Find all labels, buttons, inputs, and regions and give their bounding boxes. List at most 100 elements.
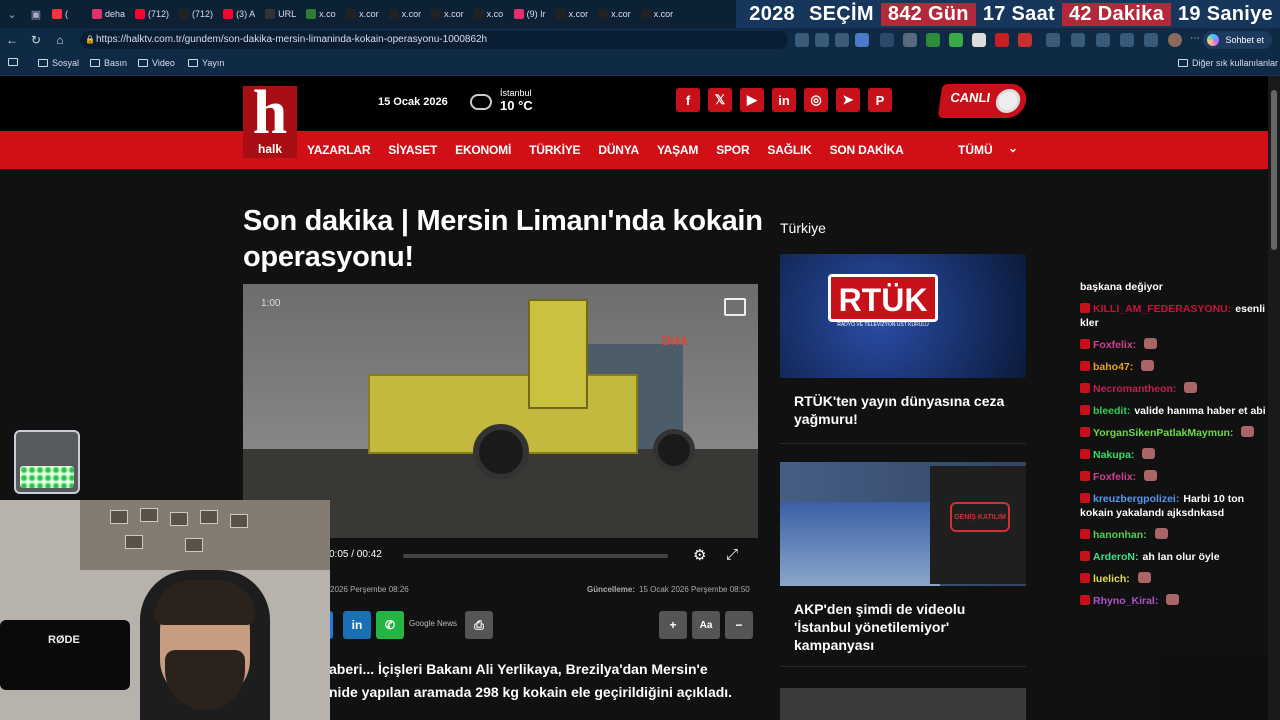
youtube-icon[interactable]: ▶ <box>740 88 764 112</box>
nav-item[interactable]: SAĞLIK <box>767 143 811 157</box>
browser-tab[interactable]: x.co <box>470 3 508 25</box>
chat-username[interactable]: KILLI_AM_FEDERASYONU: <box>1093 303 1231 315</box>
browser-tab[interactable]: x.co <box>302 3 340 25</box>
instagram-icon[interactable]: ◎ <box>804 88 828 112</box>
browser-tab[interactable]: x.cor <box>594 3 635 25</box>
bookmarks-bar: Sosyal Basın Video Yayın Diğer sık kulla… <box>0 52 1280 76</box>
chat-username[interactable]: kreuzbergpolizei: <box>1093 493 1179 505</box>
chat-username[interactable]: Necromantheon: <box>1093 383 1176 395</box>
extension-icon[interactable] <box>995 33 1009 47</box>
nav-item[interactable]: DÜNYA <box>598 143 639 157</box>
chat-username[interactable]: ArderoN: <box>1093 551 1139 563</box>
google-news-link[interactable]: Google News <box>409 619 457 628</box>
home-icon[interactable]: ⌂ <box>48 28 72 52</box>
nav-item[interactable]: SON DAKİKA <box>830 143 904 157</box>
nav-item[interactable]: TÜRKİYE <box>529 143 580 157</box>
live-button[interactable]: CANLI <box>937 84 1029 118</box>
favorite-star-icon[interactable] <box>855 33 869 47</box>
chat-username[interactable]: bleedit: <box>1093 405 1130 417</box>
fullscreen-icon[interactable]: ⤢ <box>726 546 738 563</box>
chat-username[interactable]: baho47: <box>1093 361 1133 373</box>
app-icon[interactable] <box>795 33 809 47</box>
telegram-icon[interactable]: ➤ <box>836 88 860 112</box>
extension-icon[interactable] <box>880 33 894 47</box>
linkedin-icon[interactable]: in <box>772 88 796 112</box>
font-size-icon[interactable]: Aa <box>692 611 720 639</box>
news-card[interactable]: RTÜK RADYO VE TELEVİZYON ÜST KURULU RTÜK… <box>780 254 1026 428</box>
extensions-puzzle-icon[interactable] <box>1071 33 1085 47</box>
workspaces-icon[interactable]: ▣ <box>24 0 48 28</box>
news-card[interactable] <box>780 688 1026 720</box>
font-decrease-icon[interactable]: − <box>725 611 753 639</box>
favorites-icon[interactable] <box>1096 33 1110 47</box>
chat-username[interactable]: Foxfelix: <box>1093 471 1136 483</box>
extension-icon[interactable] <box>949 33 963 47</box>
bookmark-folder[interactable]: Basın <box>90 58 127 68</box>
browser-tab[interactable]: deha <box>88 3 129 25</box>
bookmark-folder[interactable]: Video <box>138 58 175 68</box>
tab-actions-chevron-icon[interactable]: ⌄ <box>0 0 24 28</box>
back-icon[interactable]: ← <box>0 28 24 52</box>
webcam-photo-frame <box>110 510 128 524</box>
nav-item[interactable]: SPOR <box>716 143 749 157</box>
bookmark-folder[interactable]: Sosyal <box>38 58 79 68</box>
browser-tab[interactable]: (712) <box>131 3 173 25</box>
chat-username[interactable]: YorganSikenPatlakMaymun: <box>1093 427 1233 439</box>
webcam-photo-frame <box>185 538 203 552</box>
avatar[interactable] <box>1168 33 1182 47</box>
split-screen-icon[interactable] <box>1046 33 1060 47</box>
browser-tab[interactable]: (712) <box>175 3 217 25</box>
video-seek-bar[interactable] <box>403 554 668 558</box>
chat-button[interactable]: Sohbet et <box>1203 31 1272 49</box>
print-icon[interactable]: ⎙ <box>465 611 493 639</box>
news-card[interactable]: GENİŞ KATILIM AKP'den şimdi de videolu '… <box>780 462 1026 654</box>
site-logo[interactable]: h halk <box>243 82 297 158</box>
browser-tab[interactable]: (9) Ir <box>510 3 550 25</box>
browser-tab[interactable]: ( <box>48 3 86 25</box>
zoom-icon[interactable] <box>815 33 829 47</box>
url-field[interactable]: 🔒 https://halktv.com.tr/gundem/son-dakik… <box>80 31 788 49</box>
share-whatsapp-icon[interactable]: ✆ <box>376 611 404 639</box>
chat-username[interactable]: Foxfelix: <box>1093 339 1136 351</box>
browser-tab[interactable]: x.cor <box>552 3 593 25</box>
bookmark-folder[interactable]: Yayın <box>188 58 224 68</box>
reading-list-icon[interactable] <box>8 58 18 66</box>
pinterest-icon[interactable]: P <box>868 88 892 112</box>
chat-username[interactable]: hanonhan: <box>1093 529 1147 541</box>
browser-tab[interactable]: URL <box>261 3 300 25</box>
browser-tab[interactable]: (3) A <box>219 3 259 25</box>
copilot-icon[interactable] <box>1120 33 1134 47</box>
more-icon[interactable]: ⋯ <box>1190 33 1204 47</box>
x-icon[interactable]: 𝕏 <box>708 88 732 112</box>
scrollbar-thumb[interactable] <box>1271 90 1277 250</box>
nav-item[interactable]: SİYASET <box>388 143 437 157</box>
tab-label: x.cor <box>653 9 674 19</box>
chat-username[interactable]: Nakupa: <box>1093 449 1134 461</box>
facebook-icon[interactable]: f <box>676 88 700 112</box>
browser-tab[interactable]: x.cor <box>637 3 678 25</box>
nav-item[interactable]: EKONOMİ <box>455 143 511 157</box>
browser-tab[interactable]: x.cor <box>342 3 383 25</box>
chat-username[interactable]: Rhyno_Kiral: <box>1093 595 1158 607</box>
extension-icon[interactable] <box>1018 33 1032 47</box>
chat-username[interactable]: luelich: <box>1093 573 1130 585</box>
reload-icon[interactable]: ↻ <box>24 28 48 52</box>
picture-in-picture-icon[interactable] <box>724 298 746 316</box>
extension-icon[interactable] <box>926 33 940 47</box>
tab-favicon-icon <box>513 9 524 19</box>
nav-item[interactable]: YAŞAM <box>657 143 698 157</box>
browser-tab[interactable]: x.cor <box>385 3 426 25</box>
screenshot-icon[interactable] <box>1144 33 1158 47</box>
reader-icon[interactable] <box>835 33 849 47</box>
share-linkedin-icon[interactable]: in <box>343 611 371 639</box>
nav-item[interactable]: YAZARLAR <box>307 143 370 157</box>
browser-tab[interactable]: x.cor <box>427 3 468 25</box>
other-bookmarks[interactable]: Diğer sık kullanılanlar <box>1178 58 1278 68</box>
settings-gear-icon[interactable]: ⚙ <box>693 546 706 564</box>
font-increase-icon[interactable]: + <box>659 611 687 639</box>
chevron-down-icon[interactable]: ⌄ <box>1008 141 1018 155</box>
chat-badge-icon <box>1080 427 1090 437</box>
extension-icon[interactable] <box>903 33 917 47</box>
extension-icon[interactable] <box>972 33 986 47</box>
nav-all-label[interactable]: TÜMÜ <box>958 143 993 157</box>
